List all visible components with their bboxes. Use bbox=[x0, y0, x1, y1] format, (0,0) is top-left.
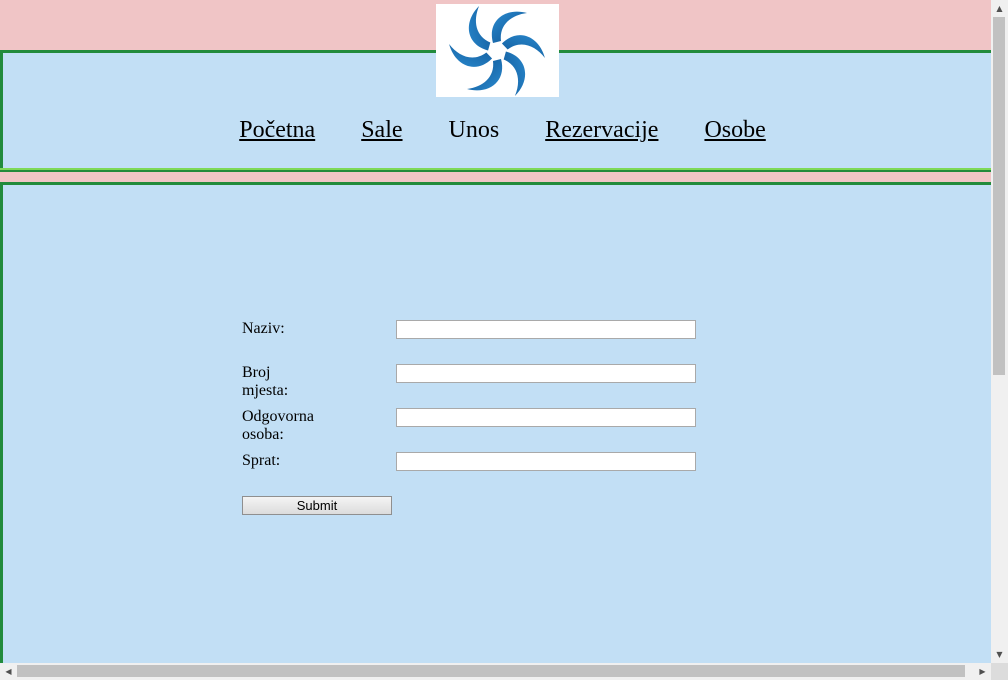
sprat-input[interactable] bbox=[396, 452, 696, 471]
nav-link-osobe[interactable]: Osobe bbox=[704, 117, 765, 144]
spiral-logo-icon bbox=[436, 4, 559, 97]
naziv-label: Naziv: bbox=[242, 320, 285, 337]
nav-link-unos[interactable]: Unos bbox=[449, 117, 500, 144]
scrollbar-corner bbox=[991, 663, 1008, 680]
nav-link-sale[interactable]: Sale bbox=[361, 117, 402, 144]
submit-button[interactable]: Submit bbox=[242, 496, 392, 515]
nav-link-rezervacije[interactable]: Rezervacije bbox=[545, 117, 658, 144]
vertical-scroll-thumb[interactable] bbox=[993, 17, 1005, 375]
scroll-down-arrow-icon[interactable]: ▼ bbox=[991, 646, 1008, 663]
vertical-scrollbar[interactable]: ▲ ▼ bbox=[991, 0, 1008, 663]
header-divider bbox=[0, 168, 991, 170]
page-viewport: Početna Sale Unos Rezervacije Osobe Nazi… bbox=[0, 0, 991, 663]
main-nav: Početna Sale Unos Rezervacije Osobe bbox=[0, 117, 991, 144]
scroll-left-arrow-icon[interactable]: ◀ bbox=[0, 663, 17, 680]
scroll-right-arrow-icon[interactable]: ▶ bbox=[974, 663, 991, 680]
sprat-label: Sprat: bbox=[242, 452, 281, 469]
nav-link-pocetna[interactable]: Početna bbox=[239, 117, 315, 144]
odgovorna-osoba-input[interactable] bbox=[396, 408, 696, 427]
naziv-input[interactable] bbox=[396, 320, 696, 339]
broj-mjesta-label: Broj mjesta: bbox=[242, 364, 289, 399]
broj-mjesta-input[interactable] bbox=[396, 364, 696, 383]
horizontal-scrollbar[interactable]: ◀ ▶ bbox=[0, 663, 991, 680]
odgovorna-osoba-label: Odgovorna osoba: bbox=[242, 408, 314, 443]
horizontal-scroll-thumb[interactable] bbox=[17, 665, 965, 677]
scroll-up-arrow-icon[interactable]: ▲ bbox=[991, 0, 1008, 17]
